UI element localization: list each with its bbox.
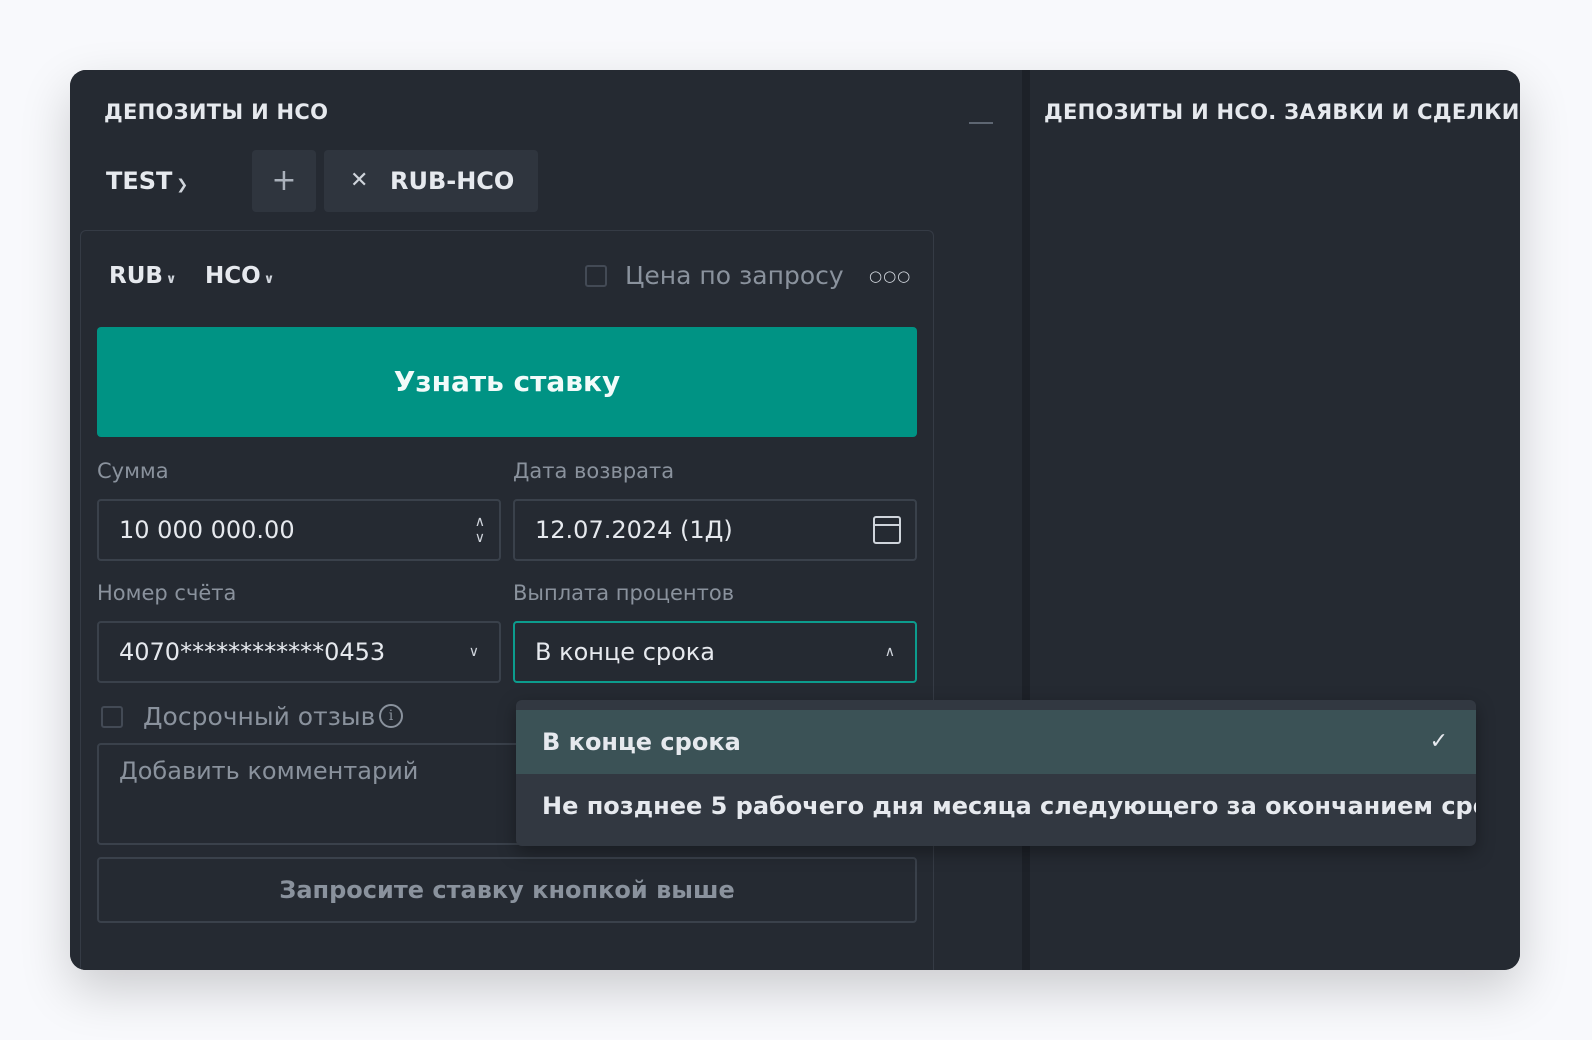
amount-label: Сумма [97,459,169,483]
amount-input[interactable]: 10 000 000.00 ∧ ∨ [97,499,501,561]
calendar-icon [873,516,901,544]
chevron-down-icon: ∨ [468,644,479,660]
dropdown-option-end-of-term[interactable]: В конце срока ✓ [516,710,1476,774]
account-number-select[interactable]: 4070************0453 ∨ [97,621,501,683]
chevron-down-icon: ∨ [165,272,177,287]
option-label: Не позднее 5 рабочего дня месяца следующ… [542,792,1476,820]
early-withdrawal-checkbox[interactable] [101,706,123,728]
chevron-down-icon[interactable]: ∨ [475,530,485,546]
chevron-down-icon: ❯ [176,177,189,193]
account-selector-label: TEST [106,167,173,195]
info-icon[interactable]: i [379,704,403,728]
tab-label: RUB-НСО [390,167,515,195]
option-label: В конце срока [542,728,741,756]
interest-payment-label: Выплата процентов [513,581,735,605]
early-withdrawal-label: Досрочный отзыв [143,702,376,731]
order-form-card: RUB ∨ НСО ∨ Цена по запросу ○○○ Узнать ста… [80,230,934,970]
chevron-up-icon[interactable]: ∧ [475,514,485,530]
submit-request-button[interactable]: Запросите ставку кнопкой выше [97,857,917,923]
return-date-value: 12.07.2024 (1Д) [535,516,733,544]
form-toolbar: RUB ∨ НСО ∨ Цена по запросу ○○○ [99,251,917,301]
amount-value: 10 000 000.00 [119,516,295,544]
currency-label: RUB [109,263,163,289]
add-tab-button[interactable]: + [252,150,316,212]
return-date-input[interactable]: 12.07.2024 (1Д) [513,499,917,561]
chevron-down-icon: ∨ [263,272,275,287]
product-label: НСО [205,263,261,289]
account-selector[interactable]: TEST ❯ [106,150,188,212]
price-on-request-label: Цена по запросу [625,261,844,290]
minimize-icon[interactable] [969,122,993,124]
amount-stepper[interactable]: ∧ ∨ [475,501,485,559]
account-number-label: Номер счёта [97,581,237,605]
chevron-up-icon: ∧ [884,644,895,660]
account-number-value: 4070************0453 [119,638,386,666]
return-date-label: Дата возврата [513,459,675,483]
plus-icon: + [271,163,297,198]
currency-selector[interactable]: RUB ∨ [109,251,176,301]
calendar-button[interactable] [873,501,901,559]
check-icon: ✓ [1429,729,1448,754]
interest-payment-dropdown: В конце срока ✓ Не позднее 5 рабочего дн… [516,700,1476,846]
tab-rub-nso[interactable]: ✕ RUB-НСО [324,150,538,212]
panel-title: ДЕПОЗИТЫ И НСО. ЗАЯВКИ И СДЕЛКИ [1044,100,1520,124]
panel-title: ДЕПОЗИТЫ И НСО [104,100,329,124]
product-selector[interactable]: НСО ∨ [205,251,274,301]
interest-payment-value: В конце срока [535,638,716,666]
comment-placeholder: Добавить комментарий [119,757,419,785]
close-icon[interactable]: ✕ [350,150,368,212]
interest-payment-select[interactable]: В конце срока ∧ [513,621,917,683]
dropdown-option-5th-business-day[interactable]: Не позднее 5 рабочего дня месяца следующ… [516,774,1476,838]
more-options-icon[interactable]: ○○○ [869,251,911,301]
get-rate-button[interactable]: Узнать ставку [97,327,917,437]
price-on-request-checkbox[interactable] [585,265,607,287]
